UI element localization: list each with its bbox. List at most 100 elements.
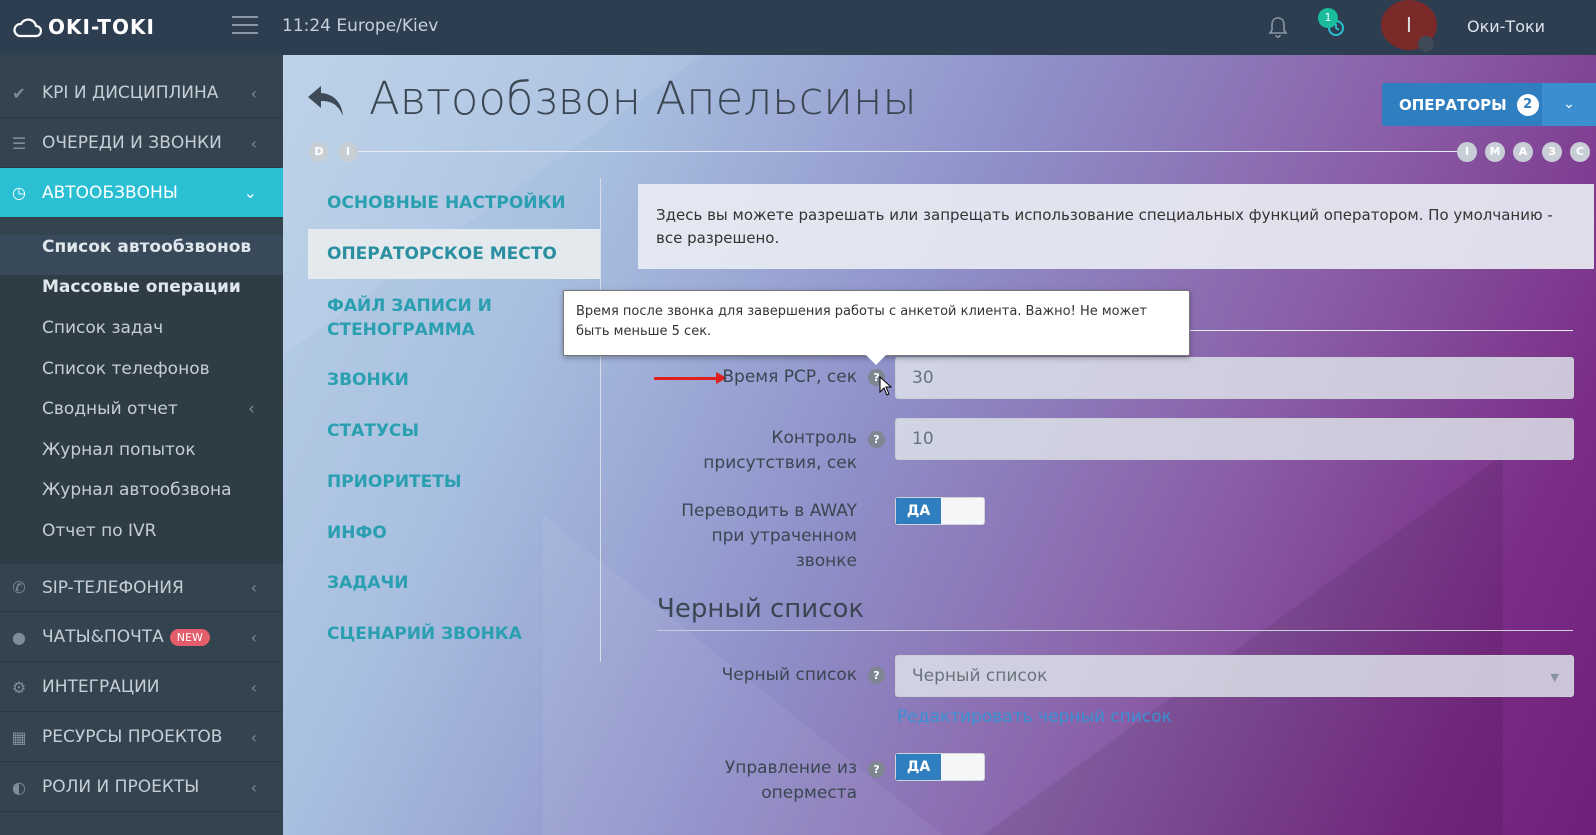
- away-toggle[interactable]: ДА: [895, 497, 985, 525]
- toggle-on-label: ДА: [896, 498, 941, 524]
- timeline-line: [355, 151, 1465, 152]
- tab-main-settings[interactable]: ОСНОВНЫЕ НАСТРОЙКИ: [308, 191, 600, 215]
- submenu-item-label: Сводный отчет: [42, 399, 178, 419]
- sidebar-item-label: РОЛИ И ПРОЕКТЫ: [42, 777, 200, 797]
- page-title: Автообзвон Апельсины: [369, 72, 917, 125]
- help-icon[interactable]: ?: [868, 431, 885, 448]
- tab-tasks[interactable]: ЗАДАЧИ: [308, 571, 600, 595]
- sidebar-item-integrations[interactable]: ⚙ ИНТЕГРАЦИИ ‹: [0, 663, 283, 712]
- chevron-left-icon: ‹: [250, 777, 257, 797]
- sidebar-item-roles[interactable]: ◐ РОЛИ И ПРОЕКТЫ ‹: [0, 763, 283, 812]
- timeline-dot-c[interactable]: C: [1570, 142, 1590, 162]
- chevron-down-icon: ⌄: [1563, 96, 1575, 112]
- blacklist-label: Черный список: [721, 665, 857, 685]
- timeline-dot-d[interactable]: D: [309, 142, 329, 162]
- sidebar-item-resources[interactable]: ▦ РЕСУРСЫ ПРОЕКТОВ ‹: [0, 713, 283, 762]
- operators-label: ОПЕРАТОРЫ: [1399, 95, 1507, 114]
- sidebar-item-autocalls[interactable]: ◷ АВТООБЗВОНЫ ⌄: [0, 168, 283, 218]
- top-bar: OKI-TOKI 11:24 Europe/Kiev 1 I Оки-Токи: [0, 0, 1596, 55]
- submenu-item-phones[interactable]: Список телефонов: [42, 359, 210, 379]
- submenu-item-mass-ops[interactable]: Массовые операции: [42, 277, 241, 297]
- presence-control-input[interactable]: 10: [895, 418, 1574, 460]
- tab-info[interactable]: ИНФО: [308, 521, 600, 545]
- sidebar-item-sip[interactable]: ✆ SIP-ТЕЛЕФОНИЯ ‹: [0, 563, 283, 612]
- sidebar-item-label: ИНТЕГРАЦИИ: [42, 677, 160, 697]
- sidebar-item-label: KPI И ДИСЦИПЛИНА: [42, 83, 219, 103]
- operators-dropdown-button[interactable]: ⌄: [1542, 83, 1596, 126]
- chevron-left-icon: ‹: [248, 399, 255, 419]
- tab-call-script[interactable]: СЦЕНАРИЙ ЗВОНКА: [308, 622, 600, 646]
- info-box: Здесь вы можете разрешать или запрещать …: [638, 184, 1594, 269]
- status-dot: [1418, 36, 1434, 52]
- tab-recording[interactable]: ФАЙЛ ЗАПИСИ И СТЕНОГРАММА: [308, 294, 578, 342]
- edit-blacklist-link[interactable]: Редактировать черный список: [897, 707, 1172, 727]
- operators-count: 2: [1516, 93, 1539, 116]
- help-icon[interactable]: ?: [868, 761, 885, 778]
- tab-operator-place[interactable]: ОПЕРАТОРСКОЕ МЕСТО: [308, 229, 600, 279]
- history-badge: 1: [1318, 8, 1338, 28]
- sidebar-item-label: РЕСУРСЫ ПРОЕКТОВ: [42, 727, 223, 747]
- submenu-item-summary[interactable]: Сводный отчет ‹: [42, 399, 262, 419]
- section-divider: [657, 630, 1573, 631]
- sidebar-item-label: АВТООБЗВОНЫ: [42, 182, 178, 203]
- submenu-item-autocall-log[interactable]: Журнал автообзвона: [42, 480, 232, 500]
- away-label: Переводить в AWAY при утраченном звонке: [681, 501, 857, 571]
- timeline-dot-z[interactable]: З: [1542, 142, 1562, 162]
- back-arrow-icon[interactable]: [305, 80, 347, 131]
- help-tooltip: Время после звонка для завершения работы…: [563, 290, 1190, 356]
- clock-icon: ◷: [12, 183, 26, 202]
- sidebar-item-queues[interactable]: ☰ ОЧЕРЕДИ И ЗВОНКИ ‹: [0, 119, 283, 168]
- chevron-left-icon: ‹: [250, 627, 257, 647]
- phone-icon: ✆: [12, 578, 26, 597]
- pcp-time-input[interactable]: 30: [895, 357, 1574, 399]
- operators-button[interactable]: ОПЕРАТОРЫ 2: [1382, 83, 1542, 126]
- chat-icon: ●: [12, 627, 26, 647]
- cloud-icon: [13, 18, 42, 38]
- timeline-dot-m[interactable]: M: [1485, 142, 1505, 162]
- blacklist-select[interactable]: Черный список ▼: [895, 655, 1574, 697]
- pcp-time-label: Время РСР, сек: [722, 367, 857, 387]
- sidebar-item-label: ЧАТЫ&ПОЧТА: [42, 627, 164, 647]
- chevron-left-icon: ‹: [250, 83, 257, 103]
- chevron-left-icon: ‹: [250, 133, 257, 153]
- toggle-on-label: ДА: [896, 754, 941, 780]
- toggle-knob: [942, 498, 984, 524]
- clock-timezone: 11:24 Europe/Kiev: [282, 16, 439, 36]
- gears-icon: ⚙: [11, 677, 27, 697]
- operator-control-label: Управление из оперместа: [724, 758, 857, 803]
- tab-statuses[interactable]: СТАТУСЫ: [308, 419, 600, 443]
- sidebar-item-label: ОЧЕРЕДИ И ЗВОНКИ: [42, 133, 222, 153]
- list-icon: ☰: [11, 133, 27, 153]
- sidebar-item-chats[interactable]: ● ЧАТЫ&ПОЧТА NEW ‹: [0, 613, 283, 662]
- submenu-item-attempts[interactable]: Журнал попыток: [42, 440, 196, 460]
- help-icon[interactable]: ?: [868, 667, 885, 684]
- timeline-dot-i[interactable]: I: [338, 142, 358, 162]
- sidebar-item-kpi[interactable]: ✔ KPI И ДИСЦИПЛИНА ‹: [0, 69, 283, 118]
- blacklist-section-title: Черный список: [657, 594, 865, 624]
- tab-priorities[interactable]: ПРИОРИТЕТЫ: [308, 470, 600, 494]
- chevron-down-icon: ▼: [1550, 671, 1559, 684]
- submenu-item-ivr-report[interactable]: Отчет по IVR: [42, 521, 156, 541]
- submenu-item-tasks[interactable]: Список задач: [42, 318, 163, 338]
- mouse-cursor-icon: [879, 375, 893, 400]
- tab-calls[interactable]: ЗВОНКИ: [308, 368, 600, 392]
- new-badge: NEW: [169, 628, 210, 646]
- bell-icon[interactable]: [1268, 16, 1288, 42]
- logo[interactable]: OKI-TOKI: [12, 14, 155, 40]
- grid-icon: ▦: [11, 727, 27, 747]
- toggle-knob: [942, 754, 984, 780]
- timeline-dot-a[interactable]: A: [1513, 142, 1533, 162]
- chevron-left-icon: ‹: [250, 727, 257, 747]
- operator-control-toggle[interactable]: ДА: [895, 753, 985, 781]
- menu-toggle-icon[interactable]: [232, 16, 258, 36]
- submenu-item-list[interactable]: Список автообзвонов: [42, 237, 251, 257]
- chevron-down-icon: ⌄: [243, 183, 257, 202]
- sidebar: ✔ KPI И ДИСЦИПЛИНА ‹ ☰ ОЧЕРЕДИ И ЗВОНКИ …: [0, 55, 283, 835]
- check-icon: ✔: [12, 83, 26, 103]
- sidebar-item-label: SIP-ТЕЛЕФОНИЯ: [42, 577, 184, 598]
- timeline-dot-i-right[interactable]: I: [1457, 142, 1477, 162]
- user-name[interactable]: Оки-Токи: [1467, 17, 1545, 36]
- toggle-icon: ◐: [12, 777, 26, 797]
- chevron-left-icon: ‹: [250, 578, 257, 597]
- presence-control-label: Контроль присутствия, сек: [703, 428, 857, 473]
